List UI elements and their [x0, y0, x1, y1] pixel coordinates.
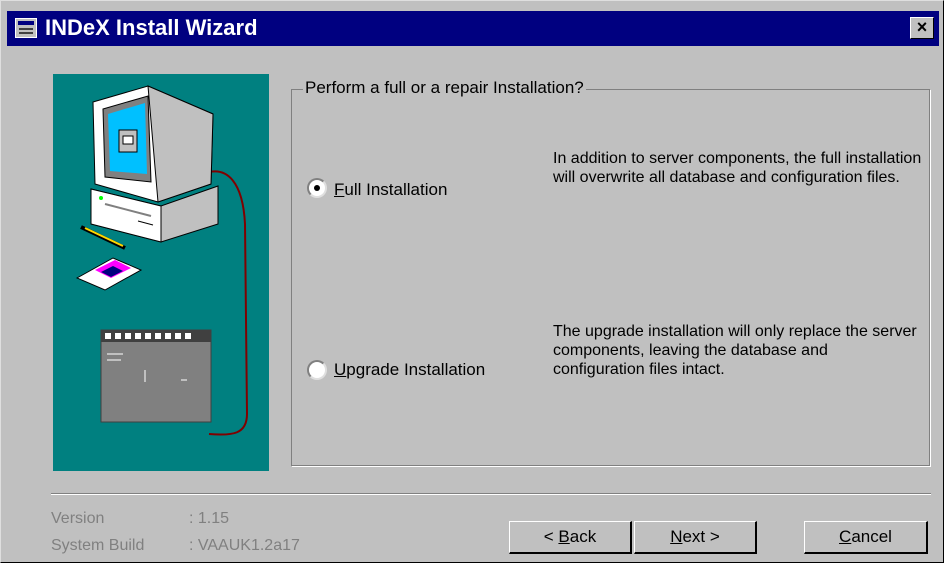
close-button[interactable]: ×: [910, 17, 934, 39]
back-button[interactable]: < Back: [509, 521, 632, 554]
title-bar[interactable]: INDeX Install Wizard ×: [7, 11, 939, 46]
system-build-value: : VAAUK1.2a17: [189, 537, 300, 554]
upgrade-installation-radio[interactable]: [307, 360, 327, 380]
full-installation-label[interactable]: Full Installation: [334, 180, 447, 200]
full-installation-description: In addition to server components, the fu…: [553, 150, 922, 186]
cancel-button[interactable]: Cancel: [804, 521, 928, 554]
screenshot-thumbnail-icon: [100, 329, 212, 423]
upgrade-installation-label[interactable]: Upgrade Installation: [334, 360, 485, 380]
radio-selected-dot: [314, 185, 320, 191]
full-installation-radio[interactable]: [307, 178, 327, 198]
upgrade-installation-description: The upgrade installation will only repla…: [553, 323, 917, 378]
window-title: INDeX Install Wizard: [45, 15, 258, 40]
groupbox-legend: Perform a full or a repair Installation?: [303, 78, 586, 98]
app-window-icon: [15, 18, 37, 38]
install-type-groupbox: [291, 89, 931, 467]
system-build-label: System Build: [51, 537, 145, 554]
footer-separator: [51, 493, 931, 495]
setup-illustration: [53, 74, 269, 471]
next-button[interactable]: Next >: [634, 521, 757, 554]
version-value: : 1.15: [189, 510, 230, 527]
version-label: Version: [51, 510, 105, 527]
install-wizard-window: INDeX Install Wizard × Perform a full or…: [0, 0, 944, 563]
